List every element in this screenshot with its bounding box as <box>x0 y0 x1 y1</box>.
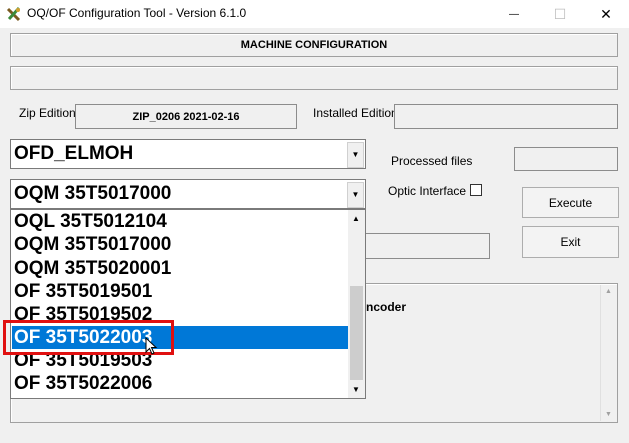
zip-edition-field: ZIP_0206 2021-02-16 <box>75 104 297 129</box>
machine-select-value: OFD_ELMOH <box>14 143 134 164</box>
zip-edition-label: Zip Edition <box>19 106 76 120</box>
window-title: OQ/OF Configuration Tool - Version 6.1.0 <box>27 6 247 20</box>
exit-button[interactable]: Exit <box>522 226 619 258</box>
chevron-down-icon[interactable]: ▼ <box>347 142 364 168</box>
close-icon: ✕ <box>600 5 612 22</box>
scroll-down-icon[interactable]: ▼ <box>605 411 612 418</box>
hidden-field <box>360 233 490 259</box>
minimize-icon: — <box>509 8 519 20</box>
list-item[interactable]: OQM 35T5020001 <box>12 257 350 280</box>
optic-interface-label: Optic Interface <box>388 184 467 198</box>
maximize-button[interactable]: ☐ <box>537 0 583 28</box>
encoder-scrollbar[interactable]: ▲ ▼ <box>600 285 616 421</box>
minimize-button[interactable]: — <box>491 0 537 28</box>
status-bar <box>10 66 618 90</box>
machine-configuration-label: MACHINE CONFIGURATION <box>240 39 388 51</box>
machine-configuration-panel: MACHINE CONFIGURATION <box>10 33 618 57</box>
model-select[interactable]: OQM 35T5017000 ▼ <box>10 179 366 209</box>
close-button[interactable]: ✕ <box>583 0 629 28</box>
optic-interface-checkbox[interactable] <box>470 184 482 196</box>
dropdown-scrollbar[interactable]: ▲ ▼ <box>348 210 365 398</box>
list-item[interactable]: OF 35T5022006 <box>12 372 350 395</box>
scroll-down-icon[interactable]: ▼ <box>352 385 360 394</box>
model-select-value: OQM 35T5017000 <box>14 183 172 204</box>
execute-button[interactable]: Execute <box>522 187 619 218</box>
list-item[interactable]: OQM 35T5017000 <box>12 233 350 256</box>
mouse-cursor-icon <box>145 337 158 355</box>
list-item[interactable]: OF 35T5019501 <box>12 280 350 303</box>
installed-edition-field <box>394 104 618 129</box>
processed-files-field <box>514 147 618 171</box>
zip-edition-value: ZIP_0206 2021-02-16 <box>132 111 240 123</box>
scrollbar-thumb[interactable] <box>350 286 363 380</box>
installed-edition-label: Installed Edition <box>313 106 398 120</box>
maximize-icon: ☐ <box>553 5 567 22</box>
machine-select[interactable]: OFD_ELMOH ▼ <box>10 139 366 169</box>
scroll-up-icon[interactable]: ▲ <box>352 214 360 223</box>
exit-button-label: Exit <box>560 235 581 249</box>
scroll-up-icon[interactable]: ▲ <box>605 288 612 295</box>
execute-button-label: Execute <box>548 195 593 210</box>
list-item[interactable]: OQL 35T5012104 <box>12 210 350 233</box>
encoder-label: ncoder <box>366 300 407 314</box>
processed-files-label: Processed files <box>391 154 473 168</box>
app-icon <box>6 6 21 22</box>
model-dropdown-list[interactable]: OQL 35T5012104 OQM 35T5017000 OQM 35T502… <box>10 209 366 399</box>
chevron-down-icon[interactable]: ▼ <box>347 182 364 208</box>
